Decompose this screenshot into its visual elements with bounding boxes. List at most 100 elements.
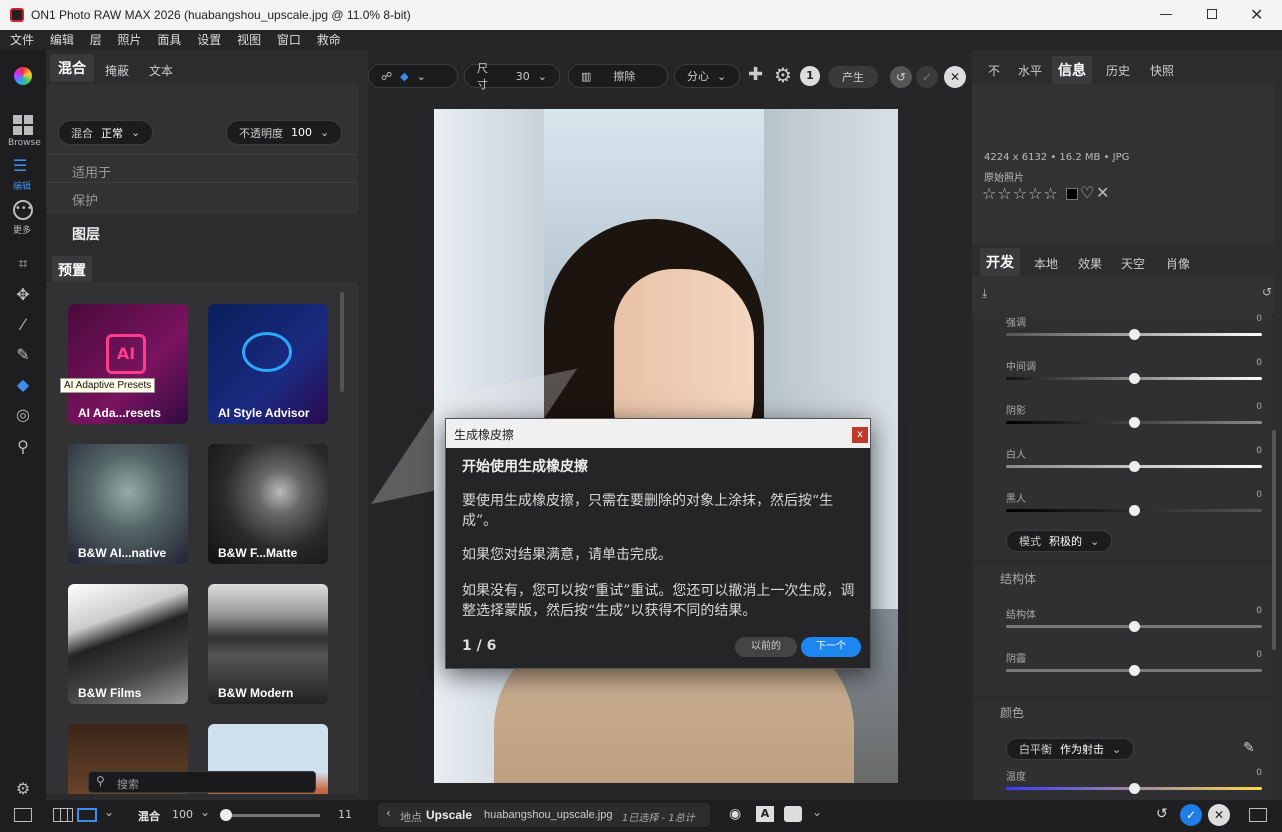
slider-knob[interactable] — [1129, 417, 1140, 428]
export-icon[interactable]: ⤓ — [982, 286, 987, 301]
minimize-icon[interactable] — [1160, 14, 1172, 15]
reset-icon[interactable]: ↺ — [1262, 285, 1272, 299]
menu-edit[interactable]: 编辑 — [44, 30, 80, 50]
tab-portrait[interactable]: 肖像 — [1166, 255, 1190, 272]
location-value[interactable]: Upscale — [426, 808, 472, 822]
tone-mode-select[interactable]: 模式 积极的 ⌄ — [1006, 530, 1113, 552]
structure-title[interactable]: 结构体 — [1000, 570, 1036, 587]
tab-effects[interactable]: 效果 — [1078, 255, 1102, 272]
brush-slider-knob[interactable] — [220, 809, 232, 821]
white-balance-select[interactable]: 白平衡 作为射击 ⌄ — [1006, 738, 1135, 760]
split-select[interactable]: 分心 ⌄ — [674, 64, 740, 88]
presets-scrollbar[interactable] — [340, 292, 344, 392]
view-chevron-icon[interactable]: ⌄ — [104, 805, 114, 819]
slider-knob[interactable] — [1129, 461, 1140, 472]
tab-text[interactable]: 文本 — [149, 62, 173, 79]
gear-icon[interactable]: ⚙ — [774, 63, 792, 87]
protect-row[interactable]: 保护 — [72, 190, 98, 209]
overlay-chevron-icon[interactable]: ⌄ — [812, 805, 822, 819]
slider-structure[interactable]: 结构体 0 — [1006, 606, 1262, 632]
slider-blacks[interactable]: 黑人 0 — [1006, 490, 1262, 516]
blend-chevron-icon[interactable]: ⌄ — [200, 805, 210, 819]
erase-toggle[interactable]: ▥ 擦除 — [568, 64, 668, 88]
menu-photo[interactable]: 照片 — [112, 30, 148, 50]
slider-knob[interactable] — [1129, 665, 1140, 676]
preset-search-input[interactable]: ⚲ 搜索 — [88, 771, 316, 793]
zoom-hand-icon[interactable]: ⚲ — [11, 434, 35, 458]
menu-mask[interactable]: 面具 — [151, 30, 187, 50]
grid-view-icon[interactable] — [53, 808, 73, 822]
blend-mode-select[interactable]: 混合 正常 ⌄ — [58, 120, 154, 145]
magic-wand-icon[interactable]: ⁄ — [11, 312, 35, 336]
generate-button[interactable]: 产生 — [828, 66, 878, 88]
tab-mask[interactable]: 掩蔽 — [105, 62, 129, 79]
brush-mode-select[interactable]: ☍ ◆ ⌄ — [368, 64, 458, 88]
preset-bw-ai-native[interactable]: B&W AI...native — [68, 444, 188, 564]
menu-file[interactable]: 文件 — [4, 30, 40, 50]
tab-blend[interactable]: 混合 — [50, 54, 94, 82]
slider-highlights[interactable]: 强调 0 — [1006, 314, 1262, 340]
opacity-select[interactable]: 不透明度 100 ⌄ — [226, 120, 343, 145]
dialog-close-button[interactable]: x — [852, 427, 868, 443]
more-icon[interactable]: ••• — [13, 200, 33, 220]
tab-none[interactable]: 不 — [988, 62, 1000, 79]
undo-icon[interactable]: ↺ — [890, 66, 912, 88]
info-badge[interactable]: 1 — [800, 66, 820, 86]
color-title[interactable]: 颜色 — [1000, 704, 1024, 721]
menu-settings[interactable]: 设置 — [191, 30, 227, 50]
color-label-icon[interactable] — [1066, 188, 1078, 200]
location-bar[interactable]: ‹ 地点 Upscale huabangshou_upscale.jpg 1已选… — [378, 803, 710, 827]
maximize-icon[interactable] — [1207, 9, 1217, 19]
close-window-icon[interactable]: ✕ — [1250, 5, 1263, 24]
brush-slider-track[interactable] — [224, 814, 320, 817]
preset-ai-style-advisor[interactable]: AI Style Advisor — [208, 304, 328, 424]
edit-sliders-icon[interactable]: ☰ — [13, 158, 33, 174]
menu-window[interactable]: 窗口 — [271, 30, 307, 50]
slider-temperature[interactable]: 温度 0 — [1006, 768, 1262, 794]
tab-sky[interactable]: 天空 — [1121, 255, 1145, 272]
single-view-icon[interactable] — [77, 808, 97, 822]
browse-grid-icon[interactable] — [13, 115, 33, 135]
tab-history[interactable]: 历史 — [1106, 62, 1130, 79]
slider-knob[interactable] — [1129, 783, 1140, 794]
slider-haze[interactable]: 阴霾 0 — [1006, 650, 1262, 676]
preset-bw-film-matte[interactable]: B&W F...Matte — [208, 444, 328, 564]
move-icon[interactable]: ✥ — [11, 282, 35, 306]
slider-knob[interactable] — [1129, 373, 1140, 384]
slider-whites[interactable]: 白人 0 — [1006, 446, 1262, 472]
menu-help[interactable]: 救命 — [311, 30, 347, 50]
apply-to-row[interactable]: 适用于 — [72, 162, 111, 181]
settings-cloud-icon[interactable]: ⚙ — [11, 776, 35, 800]
mask-overlay-icon[interactable] — [784, 806, 802, 822]
tab-snapshots[interactable]: 快照 — [1150, 62, 1174, 79]
slider-shadows[interactable]: 阴影 0 — [1006, 402, 1262, 428]
bottom-cancel-icon[interactable]: ✕ — [1208, 804, 1230, 826]
star-rating[interactable]: ☆☆☆☆☆ — [982, 184, 1059, 203]
puzzle-icon[interactable]: ✚ — [748, 64, 763, 85]
menu-view[interactable]: 视图 — [231, 30, 267, 50]
brush-size-select[interactable]: 尺寸 30 ⌄ — [464, 62, 560, 91]
preset-bw-films[interactable]: B&W Films — [68, 584, 188, 704]
next-button[interactable]: 下一个 — [801, 637, 861, 657]
heart-icon[interactable]: ♡ — [1080, 183, 1094, 202]
right-scrollbar[interactable] — [1272, 430, 1276, 650]
eyedropper-icon[interactable]: ✎ — [1243, 740, 1255, 756]
previous-button[interactable]: 以前的 — [735, 637, 797, 657]
slider-knob[interactable] — [1129, 329, 1140, 340]
on1-logo-icon[interactable] — [14, 67, 32, 85]
bottom-blend-value[interactable]: 100 — [172, 808, 193, 821]
presets-heading[interactable]: 预置 — [52, 256, 92, 284]
preset-bw-modern[interactable]: B&W Modern — [208, 584, 328, 704]
crop-icon[interactable]: ⌗ — [11, 252, 35, 276]
layers-heading[interactable]: 图层 — [72, 224, 100, 244]
right-panel-toggle-icon[interactable] — [1249, 808, 1267, 822]
text-overlay-icon[interactable]: A — [756, 806, 774, 822]
slider-knob[interactable] — [1129, 621, 1140, 632]
tab-develop[interactable]: 开发 — [980, 248, 1020, 276]
cancel-icon[interactable]: ✕ — [944, 66, 966, 88]
tab-local[interactable]: 本地 — [1034, 255, 1058, 272]
eye-icon[interactable]: ◉ — [729, 806, 741, 822]
done-check-icon[interactable]: ✓ — [1180, 804, 1202, 826]
tab-info[interactable]: 信息 — [1052, 56, 1092, 84]
eraser-icon[interactable]: ◆ — [11, 372, 35, 396]
